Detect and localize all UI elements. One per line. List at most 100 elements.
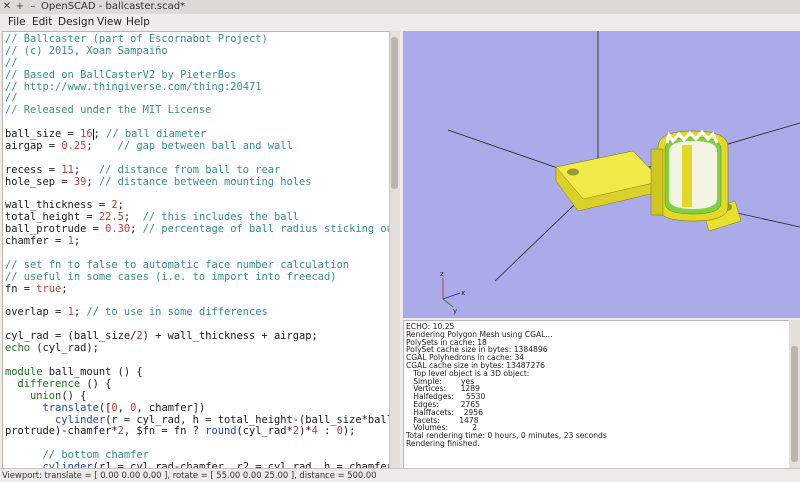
code-token: airgap = bbox=[5, 140, 62, 153]
code-line: overlap = 1; // to use in some differenc… bbox=[5, 307, 387, 319]
code-token: wall_thickness = bbox=[5, 199, 112, 212]
code-token: ); bbox=[342, 425, 356, 438]
code-token: // (c) 2015, Xoan Sampaiño bbox=[5, 44, 168, 57]
code-token: // to use in some differences bbox=[86, 306, 268, 319]
code-token: 0.30 bbox=[105, 223, 131, 236]
code-token: difference bbox=[17, 377, 81, 390]
close-icon[interactable]: ✕ bbox=[2, 0, 12, 14]
code-token: ; bbox=[117, 199, 124, 212]
code-token: // bottom chamfer bbox=[42, 449, 149, 462]
code-token: ; bbox=[130, 223, 143, 236]
code-token: translate bbox=[42, 401, 99, 414]
code-token: (cyl_rad); bbox=[30, 342, 99, 355]
code-token: // bbox=[5, 92, 18, 105]
viewport-status: Viewport: translate = [ 0.00 0.00 0.00 ]… bbox=[2, 470, 377, 480]
code-token: 39 bbox=[73, 175, 87, 188]
menu-help[interactable]: Help bbox=[126, 14, 150, 30]
menu-file[interactable]: File bbox=[8, 14, 26, 30]
title-bar: ✕ + – OpenSCAD - ballcaster.scad* bbox=[0, 0, 800, 15]
code-token: 16 bbox=[80, 128, 93, 141]
console-line: Rendering finished. bbox=[406, 438, 480, 448]
code-token: // distance between mounting holes bbox=[98, 175, 312, 188]
model-ballcaster bbox=[555, 129, 742, 232]
code-token: , bbox=[117, 401, 131, 414]
code-token: total_height = bbox=[5, 211, 99, 224]
code-token: // set fn to false to automatic face num… bbox=[5, 258, 350, 271]
code-token: round bbox=[205, 425, 237, 438]
code-token: 11 bbox=[61, 163, 74, 176]
editor-scrollbar[interactable] bbox=[389, 31, 400, 468]
cylinder-left-flange bbox=[650, 148, 664, 216]
code-token: hole_sep = bbox=[5, 175, 74, 188]
code-line: // (c) 2015, Xoan Sampaiño bbox=[5, 44, 387, 58]
code-token: recess = bbox=[5, 163, 62, 176]
code-token: : bbox=[317, 425, 337, 438]
code-token: ball_mount () { bbox=[42, 365, 143, 378]
code-token: // this includes the ball bbox=[142, 211, 300, 224]
code-token: // percentage of ball radius sticking ou… bbox=[142, 223, 390, 236]
gizmo-y-label: y bbox=[453, 307, 457, 315]
code-token: ; bbox=[123, 211, 143, 224]
code-token: true bbox=[36, 282, 62, 295]
code-token: cylinder bbox=[55, 413, 106, 426]
cylinder-bore bbox=[669, 141, 717, 209]
console-scrollbar[interactable] bbox=[789, 320, 800, 468]
code-token: ball_protrude = bbox=[5, 223, 106, 236]
code-token: ; bbox=[73, 235, 81, 248]
code-line: protrude)-chamfer*2, $fn = fn ? round(cy… bbox=[5, 425, 387, 438]
gizmo-x-label: x bbox=[461, 289, 465, 297]
code-token: 22.5 bbox=[98, 211, 124, 224]
code-line: fn = true; bbox=[5, 282, 387, 296]
mount-hole-left bbox=[567, 168, 579, 176]
console-scrollbar-thumb[interactable] bbox=[791, 346, 798, 462]
code-token: )* bbox=[299, 425, 312, 438]
code-token: fn = bbox=[5, 282, 37, 295]
code-token: // ball diameter bbox=[106, 128, 207, 141]
code-token: ) + wall_thickness + airgap; bbox=[142, 330, 318, 343]
code-token: // Released under the MIT License bbox=[5, 104, 212, 117]
code-token: // Based on BallCasterV2 by PieterBos bbox=[5, 68, 237, 81]
code-token: module bbox=[5, 365, 43, 378]
gizmo-x-axis bbox=[442, 292, 461, 300]
code-token: // bbox=[5, 56, 18, 69]
code-token: // http://www.thingiverse.com/thing:2047… bbox=[5, 80, 262, 93]
minimize-icon[interactable]: – bbox=[28, 0, 38, 14]
code-token: ; bbox=[86, 175, 99, 188]
code-token: ; bbox=[73, 306, 87, 319]
menu-view[interactable]: View bbox=[97, 14, 122, 30]
code-token: // distance from ball to rear bbox=[98, 163, 281, 176]
code-token: (cyl_rad* bbox=[236, 425, 293, 438]
code-editor[interactable]: // Ballcaster (part of Escornabot Projec… bbox=[2, 31, 390, 470]
code-line: hole_sep = 39; // distance between mount… bbox=[5, 175, 387, 189]
menu-design[interactable]: Design bbox=[58, 14, 94, 30]
code-token: overlap = bbox=[5, 306, 68, 319]
window-title: OpenSCAD - ballcaster.scad* bbox=[41, 1, 186, 12]
code-line: echo (cyl_rad); bbox=[5, 342, 387, 355]
code-token: , $fn = fn ? bbox=[123, 425, 206, 438]
axis-gizmo: z x y bbox=[440, 270, 465, 315]
code-line: // Released under the MIT License bbox=[5, 104, 387, 117]
3d-viewport[interactable]: z x y bbox=[403, 31, 800, 318]
add-icon[interactable]: + bbox=[15, 0, 25, 14]
menu-bar: File Edit Design View Help bbox=[0, 14, 800, 30]
code-token: union bbox=[30, 389, 62, 402]
viewport-canvas: z x y bbox=[440, 31, 800, 315]
code-token: ; bbox=[61, 282, 68, 295]
console-panel[interactable]: ECHO: 10.25 Rendering Polygon Mesh using … bbox=[403, 320, 790, 470]
status-bar: Viewport: translate = [ 0.00 0.00 0.00 ]… bbox=[0, 468, 800, 482]
code-token: ([ bbox=[98, 401, 112, 414]
code-line: airgap = 0.25; // gap between ball and w… bbox=[5, 140, 387, 153]
gizmo-y-axis bbox=[442, 298, 454, 308]
code-token: protrude)-chamfer* bbox=[5, 425, 118, 438]
code-token: ball_size = bbox=[5, 128, 81, 141]
code-token: (r = cyl_rad, h = total_height-(ball_siz… bbox=[105, 413, 390, 426]
code-token: ; bbox=[73, 163, 99, 176]
code-token: chamfer = bbox=[5, 235, 68, 248]
editor-scrollbar-thumb[interactable] bbox=[391, 37, 398, 189]
menu-edit[interactable]: Edit bbox=[32, 14, 52, 30]
code-token: cyl_rad = (ball_size/ bbox=[5, 330, 137, 343]
